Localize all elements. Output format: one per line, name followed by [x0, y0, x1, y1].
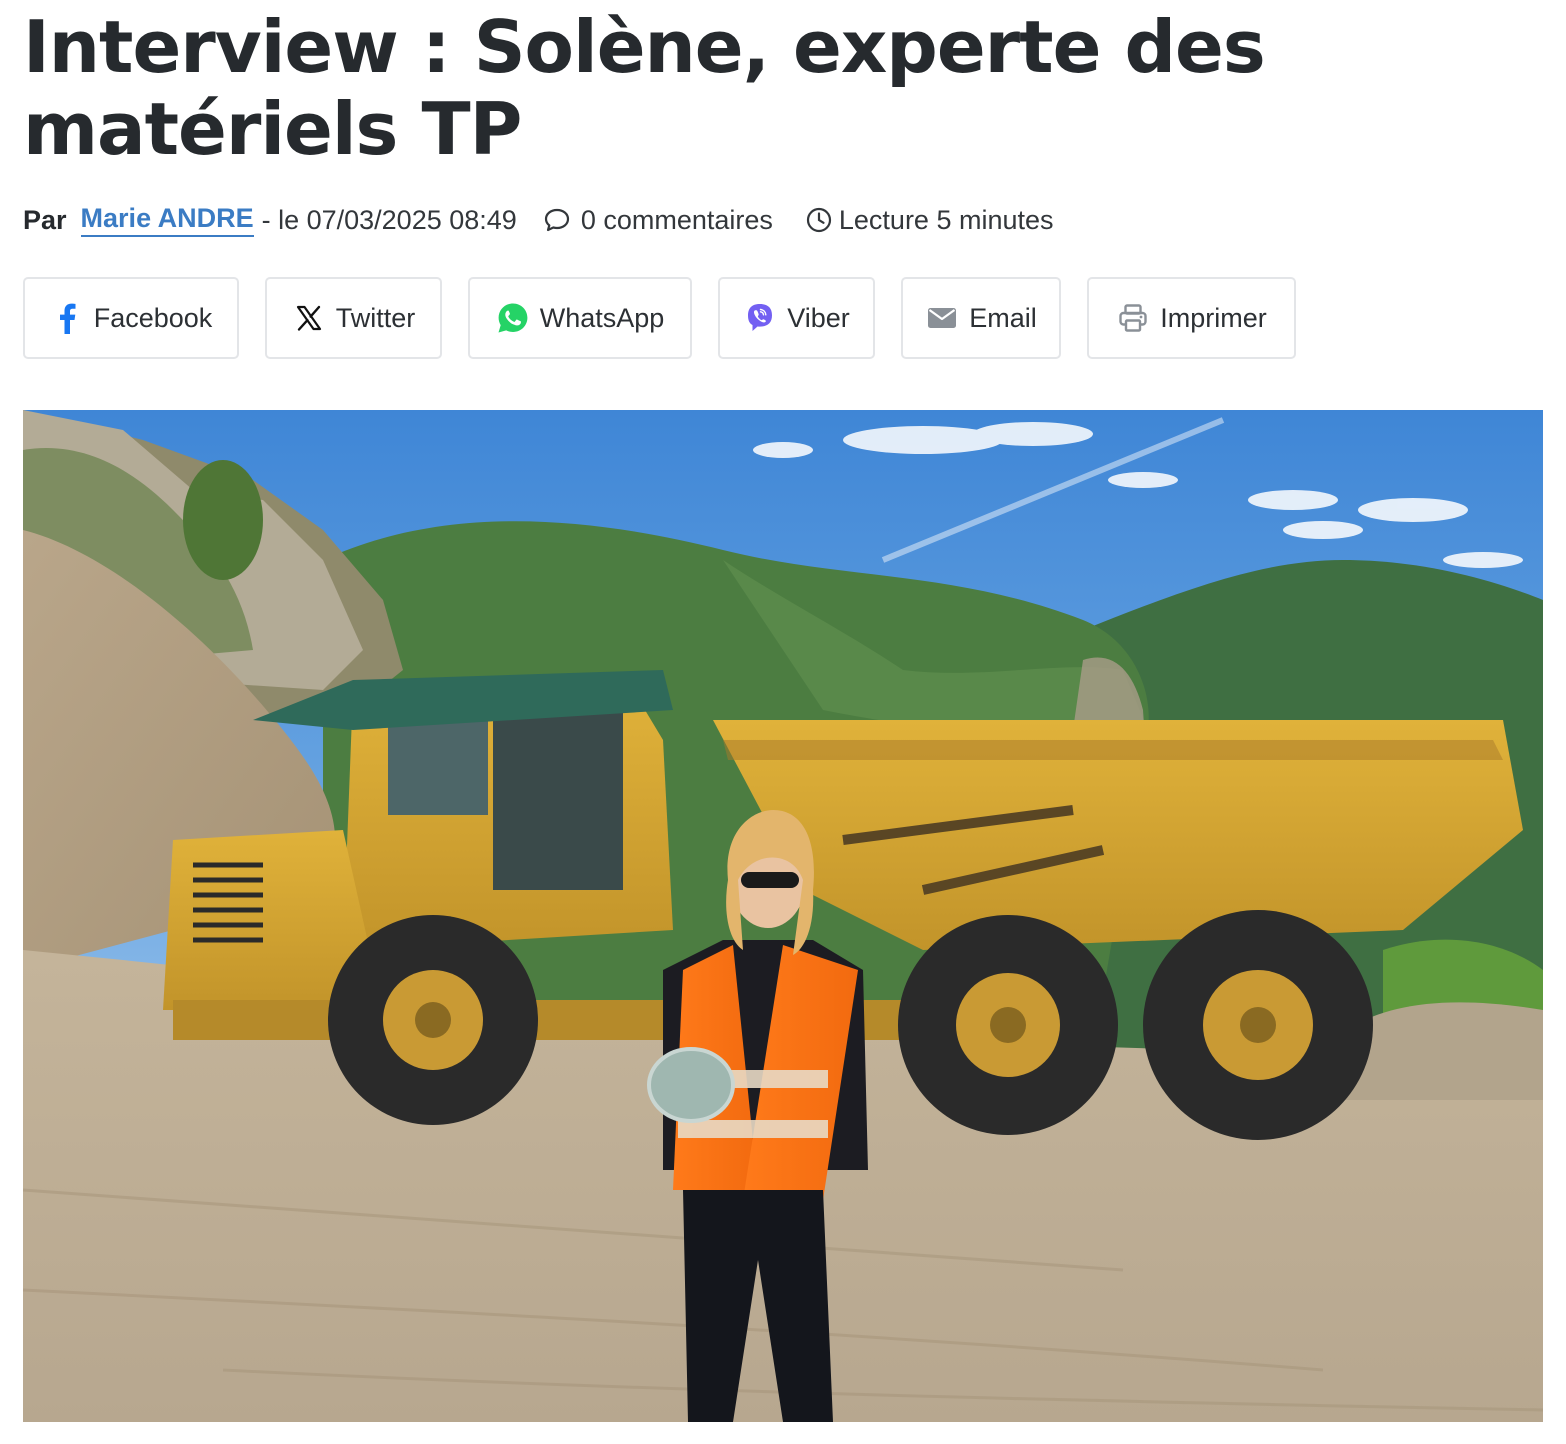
comments-link[interactable]: 0 commentaires — [543, 205, 773, 236]
share-twitter-button[interactable]: Twitter — [265, 277, 442, 359]
printer-icon — [1116, 301, 1150, 335]
hero-photo — [23, 410, 1543, 1422]
article-meta: Par Marie ANDRE - le 07/03/2025 08:49 0 … — [23, 200, 1054, 240]
page-title: Interview : Solène, experte des matériel… — [23, 5, 1266, 171]
viber-icon — [743, 301, 777, 335]
publish-date: - le 07/03/2025 08:49 — [261, 204, 517, 235]
author-link[interactable]: Marie ANDRE — [80, 203, 254, 237]
hero-photo-illustration — [23, 410, 1543, 1422]
facebook-icon — [50, 301, 84, 335]
share-facebook-button[interactable]: Facebook — [23, 277, 239, 359]
x-twitter-icon — [292, 301, 326, 335]
reading-time-label: Lecture 5 minutes — [838, 204, 1054, 235]
comments-count: 0 commentaires — [580, 204, 773, 235]
share-facebook-label: Facebook — [93, 302, 213, 333]
share-viber-button[interactable]: Viber — [718, 277, 875, 359]
byline-prefix: Par — [23, 204, 67, 235]
share-print-label: Imprimer — [1160, 302, 1267, 333]
share-print-button[interactable]: Imprimer — [1087, 277, 1296, 359]
share-email-button[interactable]: Email — [901, 277, 1061, 359]
clock-icon — [805, 206, 833, 234]
envelope-icon — [925, 301, 959, 335]
share-whatsapp-label: WhatsApp — [539, 302, 665, 333]
comment-icon — [543, 206, 571, 234]
share-viber-label: Viber — [787, 302, 850, 333]
share-email-label: Email — [969, 302, 1037, 333]
share-whatsapp-button[interactable]: WhatsApp — [468, 277, 692, 359]
whatsapp-icon — [496, 301, 530, 335]
share-bar: Facebook Twitter WhatsApp Viber Email Im… — [23, 277, 1296, 359]
share-twitter-label: Twitter — [335, 302, 416, 333]
reading-time: Lecture 5 minutes — [805, 205, 1054, 236]
